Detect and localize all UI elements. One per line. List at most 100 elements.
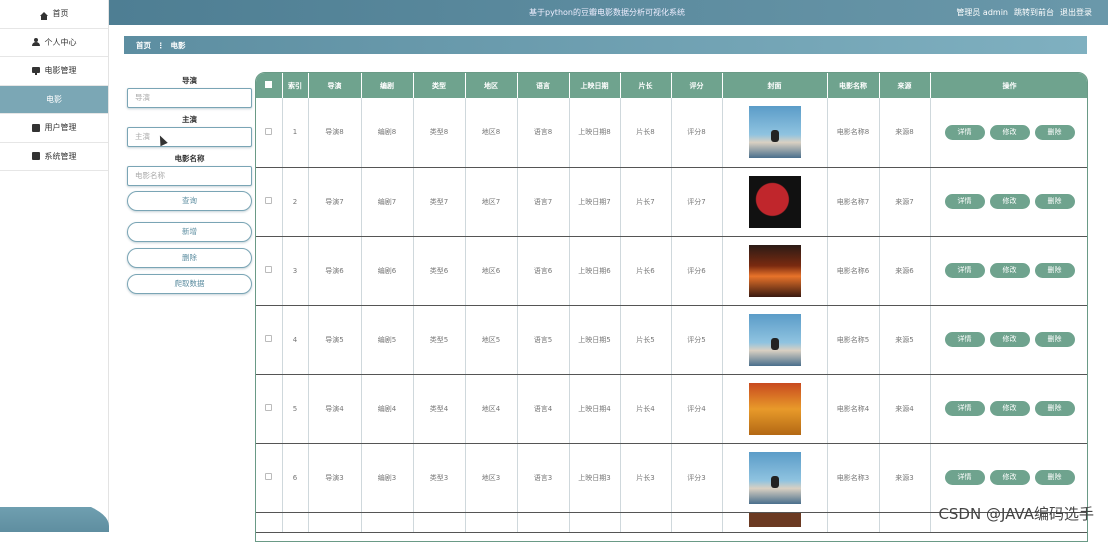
sidebar-item-label: 电影管理: [45, 65, 77, 76]
cell-cover: [722, 305, 827, 374]
director-input[interactable]: 导演: [127, 88, 252, 108]
column-header: 评分: [671, 73, 722, 98]
cell-release: 上映日期3: [569, 443, 620, 512]
detail-button[interactable]: 详情: [945, 401, 985, 416]
detail-button[interactable]: 详情: [945, 194, 985, 209]
cell-length: 片长8: [620, 98, 671, 167]
sidebar-item-label: 系统管理: [45, 151, 77, 162]
sidebar-item-label: 用户管理: [45, 122, 77, 133]
cell-language: 语言6: [517, 236, 569, 305]
delete-button[interactable]: 删除: [1035, 470, 1075, 485]
detail-button[interactable]: 详情: [945, 332, 985, 347]
sidebar-item-profile[interactable]: 个人中心: [0, 29, 108, 58]
top-bar: 基于python的豆瓣电影数据分析可视化系统 管理员 admin 跳转到前台 退…: [109, 0, 1108, 25]
column-header: 语言: [517, 73, 569, 98]
delete-button[interactable]: 删除: [1035, 332, 1075, 347]
column-header: 导演: [308, 73, 361, 98]
edit-button[interactable]: 修改: [990, 194, 1030, 209]
cell-release: 上映日期5: [569, 305, 620, 374]
movie-cover-image: [749, 176, 801, 228]
sidebar-item-user-management[interactable]: 用户管理: [0, 114, 108, 143]
edit-button[interactable]: 修改: [990, 263, 1030, 278]
cell-empty: [308, 512, 361, 532]
cell-empty: [620, 512, 671, 532]
table-row[interactable]: 6导演3编剧3类型3地区3语言3上映日期3片长3评分3电影名称3来源3 详情 修…: [256, 443, 1088, 512]
crawl-data-button[interactable]: 爬取数据: [127, 274, 252, 294]
table-row[interactable]: 3导演6编剧6类型6地区6语言6上映日期6片长6评分6电影名称6来源6 详情 修…: [256, 236, 1088, 305]
edit-button[interactable]: 修改: [990, 470, 1030, 485]
sidebar-item-home[interactable]: 首页: [0, 0, 108, 29]
cell-length: 片长3: [620, 443, 671, 512]
movie-cover-image: [749, 452, 801, 504]
cell-director: 导演4: [308, 374, 361, 443]
row-checkbox[interactable]: [256, 443, 282, 512]
user-icon: [32, 38, 40, 46]
detail-button[interactable]: 详情: [945, 125, 985, 140]
batch-delete-button[interactable]: 删除: [127, 248, 252, 268]
sidebar-item-movie-management[interactable]: 电影管理: [0, 57, 108, 86]
query-button[interactable]: 查询: [127, 191, 252, 211]
goto-front-link[interactable]: 跳转到前台: [1014, 7, 1054, 18]
cell-index: 3: [282, 236, 308, 305]
cell-cover: [722, 98, 827, 167]
row-checkbox[interactable]: [256, 374, 282, 443]
cell-actions: 详情 修改 删除: [930, 167, 1088, 236]
column-header: 片长: [620, 73, 671, 98]
table-row[interactable]: 2导演7编剧7类型7地区7语言7上映日期7片长7评分7电影名称7来源7 详情 修…: [256, 167, 1088, 236]
column-header: 类型: [413, 73, 465, 98]
delete-button[interactable]: 删除: [1035, 263, 1075, 278]
cell-length: 片长7: [620, 167, 671, 236]
cell-region: 地区6: [465, 236, 517, 305]
cell-type: 类型5: [413, 305, 465, 374]
edit-button[interactable]: 修改: [990, 401, 1030, 416]
cell-actions: 详情 修改 删除: [930, 305, 1088, 374]
cell-length: 片长4: [620, 374, 671, 443]
breadcrumb: 首页 ⋮ 电影: [124, 36, 1087, 54]
cell-name: 电影名称7: [827, 167, 879, 236]
cell-source: 来源3: [879, 443, 930, 512]
cell-director: 导演7: [308, 167, 361, 236]
cell-language: 语言5: [517, 305, 569, 374]
cell-name: 电影名称6: [827, 236, 879, 305]
movie-name-input[interactable]: 电影名称: [127, 166, 252, 186]
cell-empty: [282, 512, 308, 532]
row-checkbox[interactable]: [256, 98, 282, 167]
user-menu: 管理员 admin 跳转到前台 退出登录: [956, 7, 1092, 18]
table-row[interactable]: 1导演8编剧8类型8地区8语言8上映日期8片长8评分8电影名称8来源8 详情 修…: [256, 98, 1088, 167]
sidebar-item-movie[interactable]: 电影: [0, 86, 108, 115]
cell-writer: 编剧6: [361, 236, 413, 305]
delete-button[interactable]: 删除: [1035, 401, 1075, 416]
breadcrumb-home[interactable]: 首页: [136, 40, 151, 51]
cell-writer: 编剧5: [361, 305, 413, 374]
detail-button[interactable]: 详情: [945, 263, 985, 278]
column-header: 上映日期: [569, 73, 620, 98]
cell-empty: [361, 512, 413, 532]
delete-button[interactable]: 删除: [1035, 194, 1075, 209]
cell-language: 语言8: [517, 98, 569, 167]
cell-index: 1: [282, 98, 308, 167]
cell-language: 语言3: [517, 443, 569, 512]
table-row[interactable]: 4导演5编剧5类型5地区5语言5上映日期5片长5评分5电影名称5来源5 详情 修…: [256, 305, 1088, 374]
actor-input[interactable]: 主演: [127, 127, 252, 147]
row-checkbox[interactable]: [256, 236, 282, 305]
cell-empty: [569, 512, 620, 532]
edit-button[interactable]: 修改: [990, 125, 1030, 140]
select-all-checkbox[interactable]: [256, 73, 282, 98]
row-checkbox[interactable]: [256, 305, 282, 374]
row-checkbox[interactable]: [256, 167, 282, 236]
cell-cover: [722, 512, 827, 532]
cell-source: 来源5: [879, 305, 930, 374]
movie-cover-image: [749, 245, 801, 297]
edit-button[interactable]: 修改: [990, 332, 1030, 347]
detail-button[interactable]: 详情: [945, 470, 985, 485]
sidebar-item-system-management[interactable]: 系统管理: [0, 143, 108, 172]
cell-release: 上映日期4: [569, 374, 620, 443]
delete-button[interactable]: 删除: [1035, 125, 1075, 140]
cell-director: 导演8: [308, 98, 361, 167]
add-button[interactable]: 新增: [127, 222, 252, 242]
cell-empty: [517, 512, 569, 532]
logout-link[interactable]: 退出登录: [1060, 7, 1092, 18]
table-row[interactable]: 5导演4编剧4类型4地区4语言4上映日期4片长4评分4电影名称4来源4 详情 修…: [256, 374, 1088, 443]
cell-writer: 编剧3: [361, 443, 413, 512]
cell-index: 6: [282, 443, 308, 512]
